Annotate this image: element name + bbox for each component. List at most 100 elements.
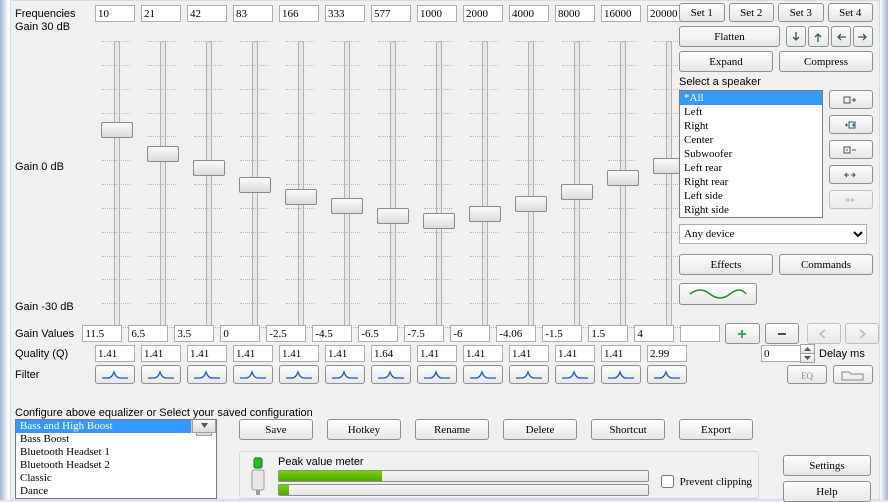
q-input-3[interactable] [233,345,273,362]
speaker-item[interactable]: Left [680,105,822,119]
q-input-0[interactable] [95,345,135,362]
prevent-clipping-checkbox[interactable]: Prevent clipping [657,472,752,491]
speaker-list[interactable]: *AllLeftRightCenterSubwooferLeft rearRig… [679,90,823,218]
slider-1[interactable] [141,41,183,327]
config-list[interactable]: Bass and High BoostBass BoostBluetooth H… [15,419,217,499]
slider-3[interactable] [233,41,275,327]
gain-input-2[interactable] [174,325,214,342]
move-left-button[interactable] [831,26,851,47]
slider-thumb-7[interactable] [423,213,455,229]
config-item[interactable]: Dance [16,485,216,498]
gain-input-1[interactable] [128,325,168,342]
config-item[interactable]: Bluetooth Headset 1 [16,446,216,459]
delay-input[interactable] [761,345,801,362]
slider-8[interactable] [463,41,505,327]
set4-button[interactable]: Set 4 [828,3,874,22]
flatten-button[interactable]: Flatten [679,26,780,47]
freq-input-3[interactable] [233,5,273,22]
gain-input-10[interactable] [542,325,582,342]
gain-input-0[interactable] [82,325,122,342]
shortcut-button[interactable]: Shortcut [591,419,665,440]
slider-thumb-2[interactable] [193,160,225,176]
move-right-button[interactable] [853,26,873,47]
freq-input-9[interactable] [509,5,549,22]
set2-button[interactable]: Set 2 [729,3,775,22]
q-input-2[interactable] [187,345,227,362]
gain-input-7[interactable] [404,325,444,342]
q-input-12[interactable] [647,345,687,362]
freq-input-4[interactable] [279,5,319,22]
gain-input-5[interactable] [312,325,352,342]
effects-button[interactable]: Effects [679,254,773,275]
filter-type-button-0[interactable] [95,365,135,384]
slider-thumb-3[interactable] [239,177,271,193]
q-input-1[interactable] [141,345,181,362]
filter-type-button-4[interactable] [279,365,319,384]
q-input-4[interactable] [279,345,319,362]
speaker-item[interactable]: Right rear [680,175,822,189]
set1-button[interactable]: Set 1 [679,3,725,22]
q-input-8[interactable] [463,345,503,362]
save-button[interactable]: Save [239,419,313,440]
gain-input-6[interactable] [358,325,398,342]
filter-type-button-3[interactable] [233,365,273,384]
freq-input-11[interactable] [601,5,641,22]
filter-type-button-10[interactable] [555,365,595,384]
filter-type-button-1[interactable] [141,365,181,384]
speaker-item[interactable]: Left rear [680,161,822,175]
speaker-item[interactable]: Subwoofer [680,147,822,161]
config-item[interactable]: Classic [16,472,216,485]
speaker-action-0[interactable] [829,90,873,109]
speaker-action-2[interactable] [829,140,873,159]
speaker-action-4[interactable] [829,190,873,209]
compress-button[interactable]: Compress [779,51,873,72]
device-select[interactable]: Any device [679,224,867,244]
speaker-action-3[interactable] [829,165,873,184]
slider-thumb-4[interactable] [285,189,317,205]
config-item[interactable]: Bass Boost [16,433,216,446]
next-button[interactable] [845,323,879,344]
slider-6[interactable] [371,41,413,327]
config-item[interactable]: Bass and High Boost [16,420,216,433]
q-input-11[interactable] [601,345,641,362]
prev-button[interactable] [807,323,841,344]
filter-type-button-6[interactable] [371,365,411,384]
response-curve-button[interactable] [679,283,757,305]
rename-button[interactable]: Rename [415,419,489,440]
speaker-item[interactable]: Right side [680,203,822,217]
set3-button[interactable]: Set 3 [778,3,824,22]
slider-11[interactable] [601,41,643,327]
slider-2[interactable] [187,41,229,327]
slider-4[interactable] [279,41,321,327]
filter-open-button[interactable] [833,365,873,384]
move-up-button[interactable] [808,26,828,47]
freq-input-10[interactable] [555,5,595,22]
slider-10[interactable] [555,41,597,327]
expand-button[interactable]: Expand [679,51,773,72]
filter-type-button-2[interactable] [187,365,227,384]
freq-input-6[interactable] [371,5,411,22]
slider-0[interactable] [95,41,137,327]
gain-input-4[interactable] [266,325,306,342]
gain-input-9[interactable] [496,325,536,342]
speaker-item[interactable]: Left side [680,189,822,203]
prevent-clipping-input[interactable] [661,475,674,488]
speaker-item[interactable]: *All [680,91,822,105]
slider-thumb-1[interactable] [147,146,179,162]
slider-5[interactable] [325,41,367,327]
config-item[interactable]: Equalizer Default [16,498,216,499]
filter-type-button-11[interactable] [601,365,641,384]
export-button[interactable]: Export [679,419,753,440]
slider-thumb-5[interactable] [331,198,363,214]
filter-type-button-9[interactable] [509,365,549,384]
add-band-button[interactable] [725,323,759,344]
q-input-7[interactable] [417,345,457,362]
freq-input-5[interactable] [325,5,365,22]
slider-thumb-0[interactable] [101,122,133,138]
filter-type-button-7[interactable] [417,365,457,384]
filter-eq-button[interactable]: EQ [787,365,827,384]
q-input-10[interactable] [555,345,595,362]
speaker-action-1[interactable] [829,115,873,134]
speaker-item[interactable]: Right [680,119,822,133]
slider-7[interactable] [417,41,459,327]
